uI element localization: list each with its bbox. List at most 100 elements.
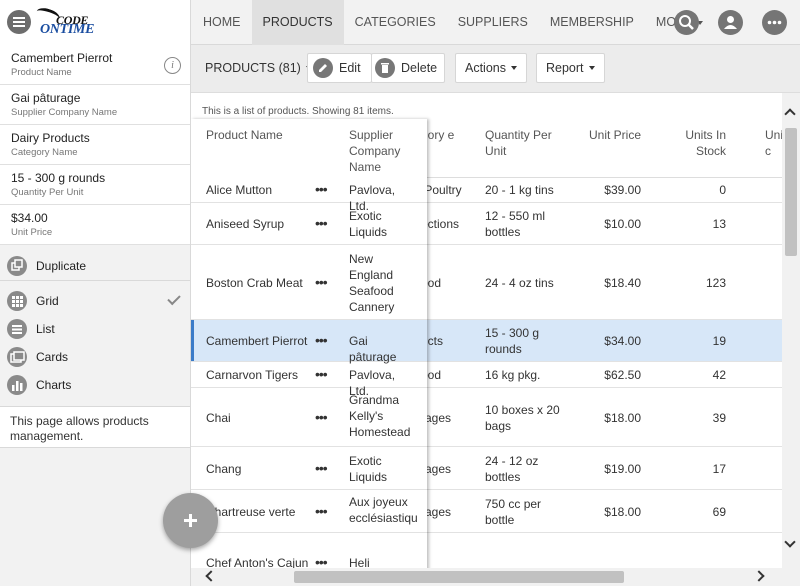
view-list-label: List <box>36 322 55 336</box>
edit-label: Edit <box>339 61 361 75</box>
row-menu-ellipsis-icon[interactable]: ••• <box>315 409 328 425</box>
row-menu-ellipsis-icon[interactable]: ••• <box>315 460 328 476</box>
cell-price: $62.50 <box>604 368 641 382</box>
actions-button[interactable]: Actions <box>455 53 527 83</box>
summary-value: Gai pâturage <box>11 91 81 105</box>
vertical-scroll-thumb[interactable] <box>785 128 797 256</box>
cell-category: /Poultry <box>421 183 462 197</box>
horizontal-scroll-thumb[interactable] <box>294 571 624 583</box>
row-divider <box>191 532 427 533</box>
row-menu-ellipsis-icon[interactable]: ••• <box>315 181 328 197</box>
actions-label: Actions <box>465 61 506 75</box>
cell-quantity: 750 cc per bottle <box>485 496 542 527</box>
cell-product-name[interactable]: Alice Mutton <box>206 182 272 198</box>
col-header-quantity[interactable]: Quantity Per Unit <box>485 127 565 159</box>
col-header-category[interactable]: gory e <box>421 127 461 143</box>
cell-price: $39.00 <box>604 183 641 197</box>
user-icon[interactable] <box>718 10 743 35</box>
summary-value: Dairy Products <box>11 131 90 145</box>
cell-quantity: 16 kg pkg. <box>485 368 541 382</box>
logo-area: CODE ONTIME <box>0 0 191 45</box>
ellipsis-icon[interactable] <box>762 10 787 35</box>
nav-membership[interactable]: MEMBERSHIP <box>539 0 645 45</box>
cell-product-name[interactable]: Aniseed Syrup <box>206 216 284 232</box>
view-charts-label: Charts <box>36 378 72 392</box>
view-cards-label: Cards <box>36 350 69 364</box>
row-menu-ellipsis-icon[interactable]: ••• <box>315 274 328 290</box>
view-grid[interactable]: Grid <box>0 287 190 315</box>
cell-price: $18.40 <box>604 275 641 290</box>
view-list[interactable]: List <box>0 315 190 343</box>
info-icon[interactable]: i <box>164 57 181 74</box>
nav-products[interactable]: PRODUCTS <box>251 0 344 45</box>
summary-supplier: Gai pâturage Supplier Company Name <box>0 85 190 125</box>
summary-label: Quantity Per Unit <box>11 187 84 198</box>
cell-quantity: 15 - 300 g rounds <box>485 326 540 356</box>
delete-button[interactable]: Delete <box>371 53 445 83</box>
cell-product-name[interactable]: Chai <box>206 410 231 426</box>
cell-product-name[interactable]: Chang <box>206 461 241 477</box>
duplicate-label: Duplicate <box>36 259 87 273</box>
cell-product-name[interactable]: Boston Crab Meat <box>206 275 303 291</box>
cell-product-name[interactable]: Camembert Pierrot <box>206 333 307 349</box>
col-header-stock[interactable]: Units In Stock <box>676 127 726 159</box>
row-menu-ellipsis-icon[interactable]: ••• <box>315 366 328 382</box>
view-cards[interactable]: Cards <box>0 343 190 371</box>
cell-product-name[interactable]: Chartreuse verte <box>206 504 295 520</box>
cards-icon <box>7 347 27 367</box>
report-button[interactable]: Report <box>536 53 605 83</box>
row-menu-ellipsis-icon[interactable]: ••• <box>315 332 328 348</box>
nav-home[interactable]: HOME <box>192 0 252 45</box>
chevron-down-icon <box>511 66 517 70</box>
col-header-price[interactable]: Unit Price <box>589 127 649 143</box>
pencil-icon <box>313 58 333 78</box>
cell-category: ections <box>421 217 460 231</box>
view-selector[interactable]: PRODUCTS (81) <box>196 53 321 83</box>
plus-icon[interactable] <box>163 493 218 548</box>
summary-label: Supplier Company Name <box>11 107 118 118</box>
charts-icon <box>7 375 27 395</box>
cell-category: rages <box>421 461 452 476</box>
nav-categories[interactable]: CATEGORIES <box>344 0 447 45</box>
cell-supplier: New England Seafood Cannery <box>349 251 395 314</box>
col-header-supplier[interactable]: Supplier Company Name <box>349 127 414 175</box>
app-logo[interactable]: CODE ONTIME <box>34 5 100 38</box>
row-menu-ellipsis-icon[interactable]: ••• <box>315 215 328 231</box>
duplicate-icon <box>7 256 27 276</box>
summary-quantity: 15 - 300 g rounds Quantity Per Unit <box>0 165 190 205</box>
hamburger-menu-icon[interactable] <box>7 10 31 34</box>
top-bar: CODE ONTIME HOME PRODUCTS CATEGORIES SUP… <box>0 0 800 45</box>
cell-supplier: Aux joyeux ecclésiastiques <box>349 495 417 525</box>
view-grid-label: Grid <box>36 294 59 308</box>
edit-button[interactable]: Edit <box>307 53 372 83</box>
duplicate-action[interactable]: Duplicate <box>0 252 190 280</box>
summary-label: Category Name <box>11 147 78 158</box>
row-divider <box>191 244 427 245</box>
trash-icon <box>375 58 395 78</box>
cell-category: ood <box>421 368 442 382</box>
cell-supplier: Grandma Kelly's Homestead <box>349 393 411 439</box>
nav-suppliers[interactable]: SUPPLIERS <box>447 0 539 45</box>
row-menu-ellipsis-icon[interactable]: ••• <box>315 503 328 519</box>
cell-quantity: 10 boxes x 20 bags <box>485 402 560 433</box>
summary-value: 15 - 300 g rounds <box>11 171 106 185</box>
page-description: This page allows products management. <box>0 406 190 448</box>
cell-stock: 0 <box>719 183 726 197</box>
summary-label: Product Name <box>11 67 72 78</box>
checkmark-icon <box>167 291 181 306</box>
cell-product-name[interactable]: Carnarvon Tigers <box>206 367 298 383</box>
report-label: Report <box>546 61 584 75</box>
cell-category: ood <box>421 275 442 290</box>
row-divider <box>191 446 427 447</box>
view-toolbar: PRODUCTS (81) Edit Delete Actions Report <box>191 45 800 93</box>
cell-stock: 69 <box>712 504 726 519</box>
cell-quantity: 24 - 12 oz bottles <box>485 453 539 484</box>
search-icon[interactable] <box>674 10 699 35</box>
col-header-product[interactable]: Product Name <box>206 127 283 143</box>
cell-stock: 17 <box>712 461 726 476</box>
cell-stock: 39 <box>712 410 726 425</box>
summary-price: $34.00 Unit Price <box>0 205 190 245</box>
summary-product-name: Camembert Pierrot Product Name i <box>0 45 190 85</box>
view-charts[interactable]: Charts <box>0 371 190 399</box>
list-icon <box>7 319 27 339</box>
